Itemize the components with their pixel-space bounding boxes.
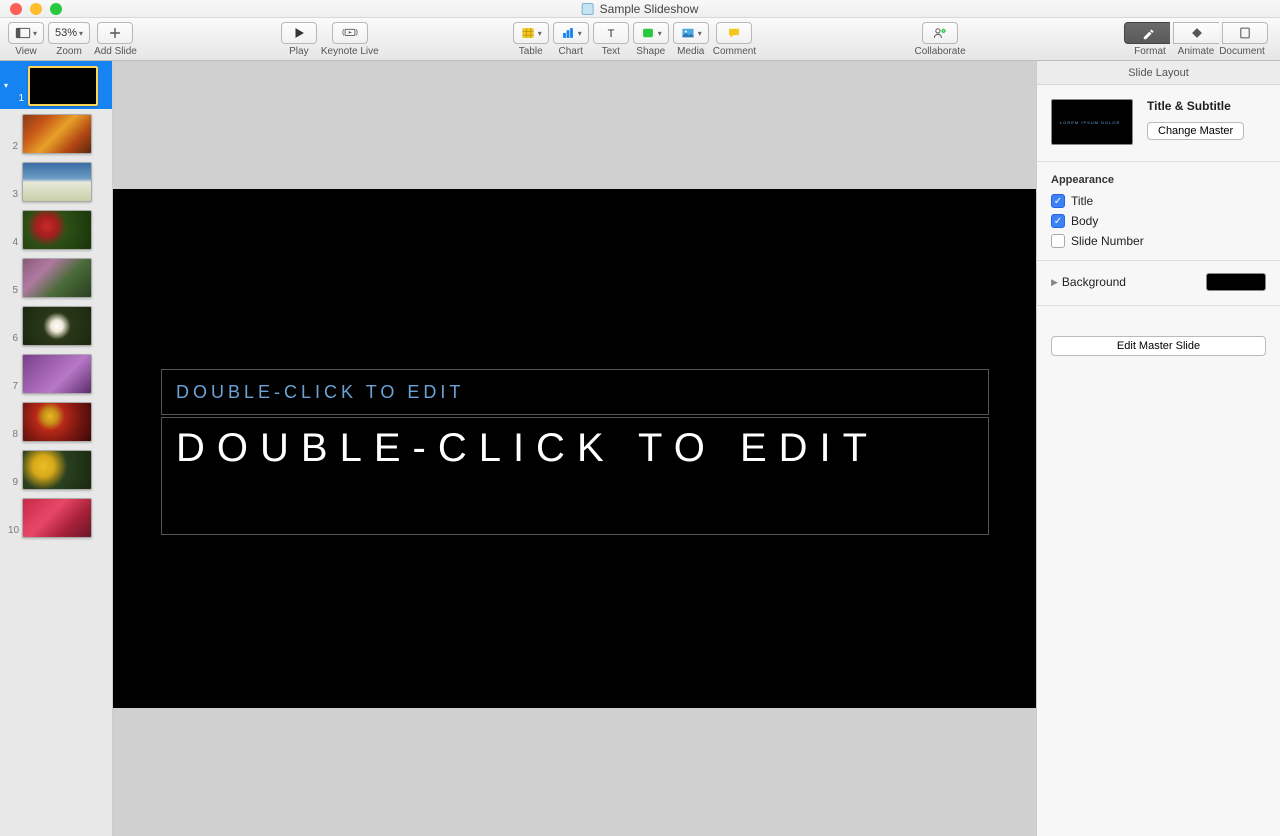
collaborate-label: Collaborate — [914, 46, 965, 57]
collaborate-button[interactable]: + — [922, 22, 958, 44]
view-button[interactable]: ▾ — [8, 22, 44, 44]
background-color-well[interactable] — [1206, 273, 1266, 291]
expand-indicator-icon[interactable]: ▾ — [4, 81, 14, 106]
svg-text:T: T — [607, 28, 614, 40]
slide-number: 8 — [8, 429, 22, 442]
zoom-dropdown[interactable]: 53% ▾ — [48, 22, 90, 44]
title-checkbox[interactable]: ✓ — [1051, 194, 1065, 208]
window-title: Sample Slideshow — [600, 2, 699, 16]
document-label: Document — [1219, 46, 1265, 57]
slide-thumbnail[interactable]: 5 — [0, 253, 112, 301]
slide-thumbnail[interactable]: 8 — [0, 397, 112, 445]
document-icon — [582, 3, 594, 15]
slide-number: 1 — [14, 93, 28, 106]
window-titlebar: Sample Slideshow — [0, 0, 1280, 18]
appearance-heading: Appearance — [1051, 174, 1266, 186]
slide-navigator[interactable]: ▾1 2 3 4 5 6 7 8 9 10 — [0, 61, 113, 836]
format-label: Format — [1127, 46, 1173, 57]
play-button[interactable] — [281, 22, 317, 44]
slide-number: 3 — [8, 189, 22, 202]
body-check-label: Body — [1071, 214, 1098, 228]
view-label: View — [15, 46, 37, 57]
slide-thumbnail[interactable]: 7 — [0, 349, 112, 397]
slide-number-checkbox[interactable] — [1051, 234, 1065, 248]
disclosure-triangle-icon[interactable]: ▶ — [1051, 277, 1058, 288]
table-label: Table — [519, 46, 543, 57]
close-window-button[interactable] — [10, 3, 22, 15]
fullscreen-window-button[interactable] — [50, 3, 62, 15]
play-label: Play — [289, 46, 308, 57]
slide-number: 6 — [8, 333, 22, 346]
chevron-down-icon: ▾ — [698, 29, 702, 38]
comment-label: Comment — [713, 46, 756, 57]
text-button[interactable]: T — [593, 22, 629, 44]
add-slide-label: Add Slide — [94, 46, 137, 57]
slide-thumbnail-image[interactable] — [22, 114, 92, 154]
slide-number-check-label: Slide Number — [1071, 234, 1144, 248]
slide-thumbnail[interactable]: 6 — [0, 301, 112, 349]
edit-master-slide-button[interactable]: Edit Master Slide — [1051, 336, 1266, 356]
master-name: Title & Subtitle — [1147, 99, 1266, 113]
media-label: Media — [677, 46, 704, 57]
slide-number: 9 — [8, 477, 22, 490]
background-label: Background — [1062, 275, 1126, 289]
animate-tab[interactable] — [1173, 22, 1219, 44]
slide-number: 2 — [8, 141, 22, 154]
slide-number: 10 — [8, 525, 22, 538]
slide-thumbnail[interactable]: 2 — [0, 109, 112, 157]
slide-thumbnail[interactable]: ▾1 — [0, 61, 112, 109]
add-slide-button[interactable] — [97, 22, 133, 44]
slide-thumbnail[interactable]: 10 — [0, 493, 112, 541]
animate-label: Animate — [1173, 46, 1219, 57]
subtitle-placeholder: DOUBLE-CLICK TO EDIT — [176, 382, 974, 403]
chart-button[interactable]: ▾ — [553, 22, 589, 44]
toolbar: ▾ View 53% ▾ Zoom Add Slide Play — [0, 18, 1280, 61]
slide-canvas[interactable]: DOUBLE-CLICK TO EDIT DOUBLE-CLICK TO EDI… — [113, 189, 1036, 708]
title-check-label: Title — [1071, 194, 1093, 208]
slide-thumbnail[interactable]: 4 — [0, 205, 112, 253]
slide-number: 4 — [8, 237, 22, 250]
body-checkbox[interactable]: ✓ — [1051, 214, 1065, 228]
slide-number: 5 — [8, 285, 22, 298]
text-label: Text — [602, 46, 620, 57]
change-master-button[interactable]: Change Master — [1147, 122, 1244, 140]
subtitle-text-box[interactable]: DOUBLE-CLICK TO EDIT — [161, 369, 989, 415]
slide-thumbnail[interactable]: 9 — [0, 445, 112, 493]
title-text-box[interactable]: DOUBLE-CLICK TO EDIT — [161, 417, 989, 535]
minimize-window-button[interactable] — [30, 3, 42, 15]
chevron-down-icon: ▾ — [33, 29, 37, 38]
slide-thumbnail-image[interactable] — [22, 162, 92, 202]
title-placeholder: DOUBLE-CLICK TO EDIT — [176, 426, 974, 471]
keynote-live-label: Keynote Live — [321, 46, 379, 57]
slide-thumbnail-image[interactable] — [22, 498, 92, 538]
comment-button[interactable] — [716, 22, 752, 44]
shape-label: Shape — [636, 46, 665, 57]
media-button[interactable]: ▾ — [673, 22, 709, 44]
chevron-down-icon: ▾ — [578, 29, 582, 38]
document-tab[interactable] — [1222, 22, 1268, 44]
slide-thumbnail-image[interactable] — [22, 258, 92, 298]
zoom-label: Zoom — [56, 46, 82, 57]
chevron-down-icon: ▾ — [658, 29, 662, 38]
table-button[interactable]: ▾ — [513, 22, 549, 44]
slide-thumbnail-image[interactable] — [22, 210, 92, 250]
chevron-down-icon: ▾ — [538, 29, 542, 38]
shape-button[interactable]: ▾ — [633, 22, 669, 44]
zoom-value: 53% — [55, 27, 77, 39]
keynote-live-button[interactable] — [332, 22, 368, 44]
format-tab[interactable] — [1124, 22, 1170, 44]
inspector-sidebar: Slide Layout LOREM IPSUM DOLOR Title & S… — [1036, 61, 1280, 836]
slide-canvas-area[interactable]: DOUBLE-CLICK TO EDIT DOUBLE-CLICK TO EDI… — [113, 61, 1036, 836]
slide-number: 7 — [8, 381, 22, 394]
slide-thumbnail-image[interactable] — [28, 66, 98, 106]
slide-thumbnail-image[interactable] — [22, 450, 92, 490]
chevron-down-icon: ▾ — [79, 29, 83, 38]
slide-thumbnail[interactable]: 3 — [0, 157, 112, 205]
inspector-header: Slide Layout — [1037, 61, 1280, 85]
master-thumbnail: LOREM IPSUM DOLOR — [1051, 99, 1133, 145]
slide-thumbnail-image[interactable] — [22, 354, 92, 394]
slide-thumbnail-image[interactable] — [22, 402, 92, 442]
slide-thumbnail-image[interactable] — [22, 306, 92, 346]
chart-label: Chart — [559, 46, 583, 57]
